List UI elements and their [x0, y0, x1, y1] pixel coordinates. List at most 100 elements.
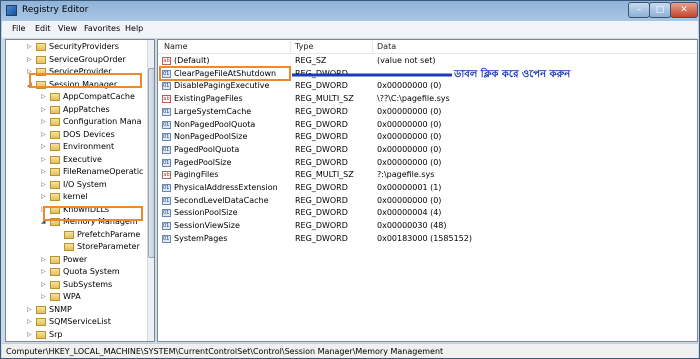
column-divider[interactable] [372, 41, 373, 53]
highlight-clearpagefile [159, 66, 291, 81]
folder-icon [50, 268, 60, 276]
value-type: REG_DWORD [295, 119, 348, 129]
registry-app-icon [6, 5, 17, 16]
tree-item[interactable]: ▷ I/O System [41, 179, 107, 191]
value-data: 0x00183000 (1585152) [377, 233, 472, 243]
expand-arrow-icon[interactable]: ▷ [41, 279, 46, 291]
expand-arrow-icon[interactable]: ▷ [41, 191, 46, 203]
tree-item[interactable]: ▷ FileRenameOperatic [41, 166, 143, 178]
tree-item[interactable]: ▷ Srp [27, 329, 62, 341]
binary-value-icon: 011 [162, 82, 171, 91]
registry-value-row[interactable]: 011SecondLevelDataCache REG_DWORD 0x000000… [158, 195, 697, 207]
tree-item[interactable]: ▷ WPA [41, 291, 81, 303]
column-name-header[interactable]: Name [164, 42, 188, 51]
annotation-text: ডাবল ক্লিক করে ওপেন করুন [454, 69, 571, 80]
value-name: SessionPoolSize [174, 208, 238, 218]
expand-arrow-icon[interactable]: ▷ [41, 141, 46, 153]
tree-item[interactable]: ▷ Quota System [41, 266, 120, 278]
expand-arrow-icon[interactable]: ▷ [41, 166, 46, 178]
list-header: Name Type Data [158, 40, 697, 54]
tree-item-label: Power [63, 254, 88, 264]
value-type: REG_DWORD [295, 195, 348, 205]
minimize-button[interactable]: – [628, 2, 650, 18]
title-bar[interactable]: Registry Editor – □ ✕ [1, 1, 699, 21]
column-data-header[interactable]: Data [377, 42, 396, 51]
tree-item-label: Executive [63, 154, 102, 164]
registry-value-row[interactable]: 011NonPagedPoolQuota REG_DWORD 0x00000000 … [158, 119, 697, 131]
registry-value-row[interactable]: 011NonPagedPoolSize REG_DWORD 0x00000000 (… [158, 131, 697, 143]
value-data: (value not set) [377, 56, 436, 65]
registry-value-row[interactable]: ab ExistingPageFiles REG_MULTI_SZ \??\C:\pa… [158, 93, 697, 105]
expand-arrow-icon[interactable]: ▷ [41, 291, 46, 303]
folder-icon [50, 93, 60, 101]
expand-arrow-icon[interactable]: ▷ [41, 154, 46, 166]
tree-item[interactable]: ▷ ServiceGroupOrder [27, 54, 126, 66]
expand-arrow-icon[interactable]: ▷ [27, 54, 32, 66]
registry-value-row[interactable]: 011SessionPoolSize REG_DWORD 0x00000004 (4… [158, 207, 697, 219]
registry-value-row[interactable]: 011PagedPoolQuota REG_DWORD 0x00000000 (0) [158, 144, 697, 156]
value-type: REG_DWORD [295, 144, 348, 154]
expand-arrow-icon[interactable]: ▷ [41, 116, 46, 128]
menu-view[interactable]: View [58, 24, 77, 33]
tree-item-label: ServiceGroupOrder [49, 54, 126, 64]
expand-arrow-icon[interactable]: ▷ [41, 254, 46, 266]
menu-file[interactable]: File [12, 24, 25, 33]
expand-arrow-icon[interactable]: ▷ [41, 129, 46, 141]
tree-item[interactable]: ▷ SecurityProviders [27, 41, 119, 53]
value-type: REG_DWORD [295, 208, 348, 218]
tree-item[interactable]: ▷ Power [41, 254, 88, 266]
column-type-header[interactable]: Type [295, 42, 313, 51]
value-type: REG_DWORD [295, 106, 348, 116]
expand-arrow-icon[interactable]: ▷ [41, 104, 46, 116]
registry-value-row[interactable]: 011PagedPoolSize REG_DWORD 0x00000000 (0) [158, 157, 697, 169]
value-data: 0x00000001 (1) [377, 183, 442, 192]
registry-values-list[interactable]: Name Type Data ab (Default) REG_SZ (value n… [157, 39, 698, 342]
value-data: 0x00000000 (0) [377, 195, 442, 205]
expand-arrow-icon[interactable]: ▷ [41, 91, 46, 103]
expand-arrow-icon[interactable]: ▷ [41, 266, 46, 278]
tree-item[interactable]: ▷ Environment [41, 141, 114, 153]
tree-item[interactable]: ▷ AppPatches [41, 104, 110, 116]
tree-item[interactable]: PrefetchParame [64, 229, 140, 241]
menu-help[interactable]: Help [125, 24, 143, 33]
tree-item[interactable]: StoreParameter [64, 241, 140, 253]
expand-arrow-icon[interactable]: ▷ [27, 329, 32, 341]
tree-item[interactable]: ▷ AppCompatCache [41, 91, 135, 103]
registry-value-row[interactable]: ab PagingFiles REG_MULTI_SZ ?:\pagefile.sys [158, 169, 697, 181]
annotation-arrow [292, 73, 452, 77]
binary-value-icon: 011 [162, 158, 171, 167]
expand-arrow-icon[interactable]: ▷ [27, 304, 32, 316]
expand-arrow-icon[interactable]: ▷ [27, 41, 32, 53]
value-type: REG_DWORD [295, 183, 348, 192]
registry-value-row[interactable]: 011SessionViewSize REG_DWORD 0x00000030 (4… [158, 220, 697, 232]
folder-icon [50, 293, 60, 301]
value-type: REG_SZ [295, 56, 327, 65]
maximize-button[interactable]: □ [649, 2, 671, 18]
registry-value-row[interactable]: 011SystemPages REG_DWORD 0x00183000 (15851… [158, 233, 697, 245]
tree-item[interactable]: ▷ Configuration Mana [41, 116, 142, 128]
close-button[interactable]: ✕ [670, 2, 698, 18]
tree-item[interactable]: ▷ SNMP [27, 304, 72, 316]
menu-bar: File Edit View Favorites Help [2, 21, 698, 39]
tree-item-label: AppPatches [63, 104, 110, 114]
folder-icon [50, 105, 60, 114]
column-divider[interactable] [290, 41, 291, 53]
registry-value-row[interactable]: 011PhysicalAddressExtension REG_DWORD 0x00… [158, 182, 697, 194]
expand-arrow-icon[interactable]: ▷ [41, 179, 46, 191]
menu-favorites[interactable]: Favorites [84, 24, 120, 33]
binary-value-icon: 011 [162, 209, 171, 218]
tree-item[interactable]: ▷ Executive [41, 154, 102, 166]
tree-item[interactable]: ▷ DOS Devices [41, 129, 115, 141]
value-data: \??\C:\pagefile.sys [377, 94, 450, 104]
tree-scrollbar[interactable] [147, 40, 154, 341]
tree-item[interactable]: ▷ SubSystems [41, 279, 113, 291]
tree-item-label: SubSystems [63, 279, 113, 289]
menu-edit[interactable]: Edit [35, 24, 51, 33]
expand-arrow-icon[interactable]: ▷ [27, 316, 32, 328]
tree-item[interactable]: ▷ kernel [41, 191, 88, 203]
registry-value-row[interactable]: 011DisablePagingExecutive REG_DWORD 0x0000… [158, 80, 697, 92]
tree-scrollbar-thumb[interactable] [148, 68, 154, 258]
registry-value-row[interactable]: 011LargeSystemCache REG_DWORD 0x00000000 (… [158, 106, 697, 118]
tree-item[interactable]: ▷ SQMServiceList [27, 316, 111, 328]
value-data: 0x00000000 (0) [377, 132, 442, 142]
